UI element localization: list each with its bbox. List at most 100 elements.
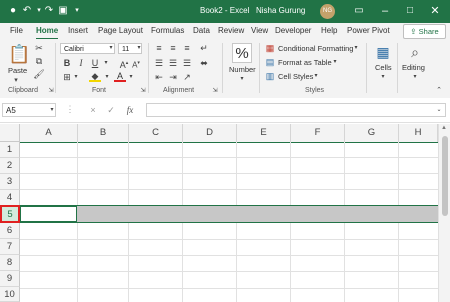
row-header-3[interactable]: 3: [0, 174, 20, 190]
align-top-icon[interactable]: ≡: [153, 43, 165, 54]
number-button[interactable]: Number: [229, 65, 256, 74]
tab-home[interactable]: Home: [36, 26, 59, 40]
align-middle-icon[interactable]: ≡: [167, 43, 179, 54]
editing-icon[interactable]: ⌕: [406, 43, 424, 61]
format-as-table-icon[interactable]: ▤: [264, 57, 276, 68]
tab-file[interactable]: File: [10, 26, 23, 35]
enter-icon[interactable]: ✓: [105, 105, 117, 116]
cells-button[interactable]: Cells: [375, 63, 392, 72]
row-header-4[interactable]: 4: [0, 190, 20, 206]
copy-icon[interactable]: ⧉: [33, 56, 45, 67]
font-size-dropdown-icon[interactable]: ▾: [133, 43, 145, 54]
cell-styles-icon[interactable]: ▥: [264, 71, 276, 82]
increase-font-icon[interactable]: A▴: [118, 58, 130, 70]
font-color-dropdown-icon[interactable]: ▾: [125, 72, 137, 83]
tab-developer[interactable]: Developer: [275, 26, 311, 35]
decrease-font-icon[interactable]: A▾: [130, 58, 142, 70]
alignment-launcher-icon[interactable]: ⇲: [209, 86, 221, 97]
cell-styles-dropdown-icon[interactable]: ▾: [310, 71, 322, 82]
close-icon[interactable]: ✕: [428, 4, 442, 18]
avatar[interactable]: NG: [320, 4, 335, 19]
tab-review[interactable]: Review: [218, 26, 244, 35]
tab-help[interactable]: Help: [321, 26, 337, 35]
scrollbar-thumb[interactable]: [442, 136, 448, 216]
format-as-table-button[interactable]: Format as Table: [278, 58, 332, 67]
align-right-icon[interactable]: ☰: [181, 58, 193, 69]
cell-styles-button[interactable]: Cell Styles: [278, 72, 313, 81]
tab-page-layout[interactable]: Page Layout: [98, 26, 143, 35]
merge-center-icon[interactable]: ⬌: [198, 58, 210, 69]
editing-dropdown-icon[interactable]: ▾: [409, 72, 421, 83]
column-header-d[interactable]: D: [183, 124, 237, 142]
ribbon-display-options-icon[interactable]: ▭: [352, 4, 366, 18]
column-header-a[interactable]: A: [20, 124, 78, 142]
cancel-icon[interactable]: ×: [87, 105, 99, 116]
column-header-f[interactable]: F: [291, 124, 345, 142]
scroll-up-icon[interactable]: ▲: [441, 125, 447, 131]
vertical-scrollbar[interactable]: ▲: [438, 124, 450, 302]
editing-button[interactable]: Editing: [402, 63, 425, 72]
format-as-table-dropdown-icon[interactable]: ▾: [329, 57, 341, 68]
decrease-indent-icon[interactable]: ⇤: [153, 72, 165, 83]
number-dropdown-icon[interactable]: ▾: [236, 74, 248, 85]
tab-formulas[interactable]: Formulas: [151, 26, 184, 35]
cells-icon[interactable]: ▦: [374, 43, 392, 61]
tab-view[interactable]: View: [251, 26, 268, 35]
column-header-c[interactable]: C: [129, 124, 183, 142]
font-name-dropdown-icon[interactable]: ▾: [105, 43, 117, 54]
row-header-10[interactable]: 10: [0, 287, 20, 302]
tab-power-pivot[interactable]: Power Pivot: [347, 26, 390, 35]
align-left-icon[interactable]: ☰: [153, 58, 165, 69]
bold-button[interactable]: B: [61, 58, 73, 69]
italic-button[interactable]: I: [75, 58, 87, 69]
paste-icon[interactable]: 📋: [8, 43, 30, 65]
cut-icon[interactable]: ✂: [33, 43, 45, 54]
active-cell-a5[interactable]: [20, 206, 77, 222]
number-format-icon[interactable]: %: [232, 43, 252, 63]
tab-data[interactable]: Data: [193, 26, 210, 35]
user-name[interactable]: Nisha Gurung: [256, 6, 305, 15]
quick-access-customize-icon[interactable]: ▾: [70, 4, 84, 18]
increase-indent-icon[interactable]: ⇥: [167, 72, 179, 83]
insert-function-icon[interactable]: fx: [124, 105, 136, 116]
collapse-ribbon-icon[interactable]: ⌃: [433, 85, 445, 96]
fill-color-dropdown-icon[interactable]: ▾: [101, 72, 113, 83]
conditional-formatting-button[interactable]: Conditional Formatting: [278, 44, 353, 53]
maximize-icon[interactable]: □: [403, 4, 417, 18]
row-header-2[interactable]: 2: [0, 158, 20, 174]
paste-dropdown-icon[interactable]: ▾: [10, 75, 22, 86]
row-header-8[interactable]: 8: [0, 255, 20, 271]
fill-color-icon[interactable]: ◆: [89, 71, 101, 82]
autosave-toggle[interactable]: ●: [6, 4, 20, 18]
name-box-dropdown-icon[interactable]: ▾: [46, 105, 58, 116]
orientation-icon[interactable]: ↗: [181, 72, 193, 83]
formula-input[interactable]: [146, 103, 446, 117]
underline-dropdown-icon[interactable]: ▾: [100, 58, 112, 69]
share-button[interactable]: ⇪ Share: [403, 24, 446, 39]
row-header-1[interactable]: 1: [0, 142, 20, 158]
expand-formula-bar-icon[interactable]: ⌄: [433, 105, 445, 116]
column-header-g[interactable]: G: [345, 124, 399, 142]
select-all-corner[interactable]: [0, 124, 20, 142]
align-center-icon[interactable]: ☰: [167, 58, 179, 69]
redo-icon[interactable]: ↷: [42, 4, 56, 18]
minimize-icon[interactable]: –: [378, 4, 392, 18]
format-painter-icon[interactable]: 🖌: [33, 69, 45, 80]
save-icon[interactable]: ▣: [56, 4, 70, 18]
row-header-5[interactable]: 5: [0, 205, 20, 223]
conditional-formatting-dropdown-icon[interactable]: ▾: [350, 43, 362, 54]
column-header-b[interactable]: B: [78, 124, 129, 142]
row-header-9[interactable]: 9: [0, 271, 20, 287]
column-header-h[interactable]: H: [399, 124, 438, 142]
column-header-e[interactable]: E: [237, 124, 291, 142]
cell-grid[interactable]: [20, 142, 438, 302]
align-bottom-icon[interactable]: ≡: [181, 43, 193, 54]
borders-dropdown-icon[interactable]: ▾: [70, 72, 82, 83]
cells-dropdown-icon[interactable]: ▾: [377, 72, 389, 83]
formula-bar-divider-grip-icon[interactable]: ⋮: [64, 104, 76, 115]
row-header-6[interactable]: 6: [0, 223, 20, 239]
row-header-7[interactable]: 7: [0, 239, 20, 255]
tab-insert[interactable]: Insert: [68, 26, 88, 35]
conditional-formatting-icon[interactable]: ▦: [264, 43, 276, 54]
paste-label[interactable]: Paste: [8, 66, 27, 75]
